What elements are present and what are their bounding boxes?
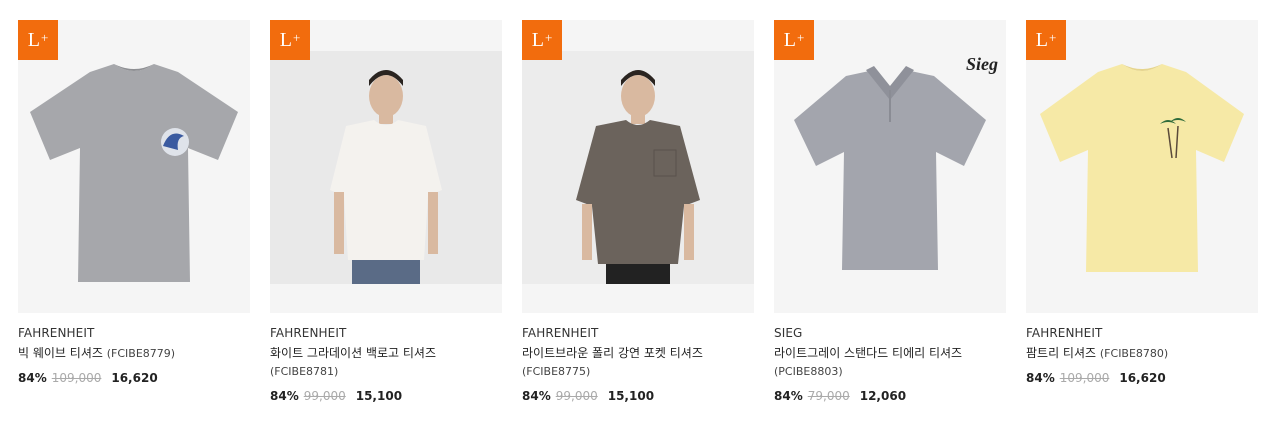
product-image[interactable]: L + — [522, 20, 754, 313]
lplus-badge: L + — [1026, 20, 1066, 60]
discount-rate: 84% — [270, 389, 299, 403]
discount-rate: 84% — [774, 389, 803, 403]
sale-price: 12,060 — [859, 389, 907, 403]
product-brand: SIEG — [774, 326, 803, 340]
product-card[interactable]: L + FAHRENHEIT 팜트리 티셔즈 (FCIBE8780) 84% 10… — [1026, 20, 1258, 403]
product-name[interactable]: 화이트 그라데이션 백로고 티셔즈 (FCIBE8781) — [270, 344, 480, 381]
product-price: 84% 99,000 15,100 — [270, 389, 502, 403]
product-brand: FAHRENHEIT — [1026, 326, 1103, 340]
product-image[interactable]: L + — [270, 20, 502, 313]
product-brand: FAHRENHEIT — [270, 326, 347, 340]
original-price: 109,000 — [51, 371, 102, 385]
product-card[interactable]: L + FAHRENHEIT 화이트 그라데이션 백로고 티셔즈 (FCIBE87… — [270, 20, 502, 403]
yellow-tshirt-image — [1040, 64, 1244, 272]
discount-rate: 84% — [522, 389, 551, 403]
original-price: 79,000 — [807, 389, 850, 403]
product-name[interactable]: 라이트그레이 스탠다드 티에리 티셔즈 (PCIBE8803) — [774, 344, 984, 381]
lplus-badge: L + — [270, 20, 310, 60]
model-white-tshirt-image — [270, 51, 502, 284]
product-card[interactable]: L + FAHRENHEIT 라이트브라운 폴리 강연 포켓 티셔즈 (FCIBE… — [522, 20, 754, 403]
product-name[interactable]: 빅 웨이브 티셔즈 (FCIBE8779) — [18, 344, 228, 363]
sale-price: 16,620 — [111, 371, 158, 385]
grey-tshirt-image — [30, 64, 238, 282]
product-card[interactable]: L + Sieg SIEG 라이트그레이 스탠다드 티에리 티셔즈 (PCIBE8… — [774, 20, 1006, 403]
lplus-badge: L + — [774, 20, 814, 60]
product-grid: L + FAHRENHEIT 빅 웨이브 티셔즈 (FCIBE8779) 84% … — [18, 20, 1258, 403]
product-brand: FAHRENHEIT — [18, 326, 95, 340]
product-image[interactable]: L + Sieg — [774, 20, 1006, 313]
product-name[interactable]: 팜트리 티셔즈 (FCIBE8780) — [1026, 344, 1236, 363]
original-price: 109,000 — [1059, 371, 1110, 385]
product-price: 84% 109,000 16,620 — [18, 371, 250, 385]
product-price: 84% 99,000 15,100 — [522, 389, 754, 403]
sale-price: 15,100 — [355, 389, 403, 403]
discount-rate: 84% — [18, 371, 47, 385]
product-brand: FAHRENHEIT — [522, 326, 599, 340]
lplus-badge: L + — [522, 20, 562, 60]
product-price: 84% 109,000 16,620 — [1026, 371, 1258, 385]
sale-price: 15,100 — [607, 389, 655, 403]
model-brown-tshirt-image — [522, 51, 754, 284]
product-image[interactable]: L + — [1026, 20, 1258, 313]
product-card[interactable]: L + FAHRENHEIT 빅 웨이브 티셔즈 (FCIBE8779) 84% … — [18, 20, 250, 403]
product-image[interactable]: L + — [18, 20, 250, 313]
brand-logo: Sieg — [965, 54, 998, 74]
sale-price: 16,620 — [1119, 371, 1166, 385]
original-price: 99,000 — [555, 389, 598, 403]
lplus-badge: L + — [18, 20, 58, 60]
product-price: 84% 79,000 12,060 — [774, 389, 1006, 403]
original-price: 99,000 — [303, 389, 346, 403]
product-name[interactable]: 라이트브라운 폴리 강연 포켓 티셔즈 (FCIBE8775) — [522, 344, 732, 381]
discount-rate: 84% — [1026, 371, 1055, 385]
